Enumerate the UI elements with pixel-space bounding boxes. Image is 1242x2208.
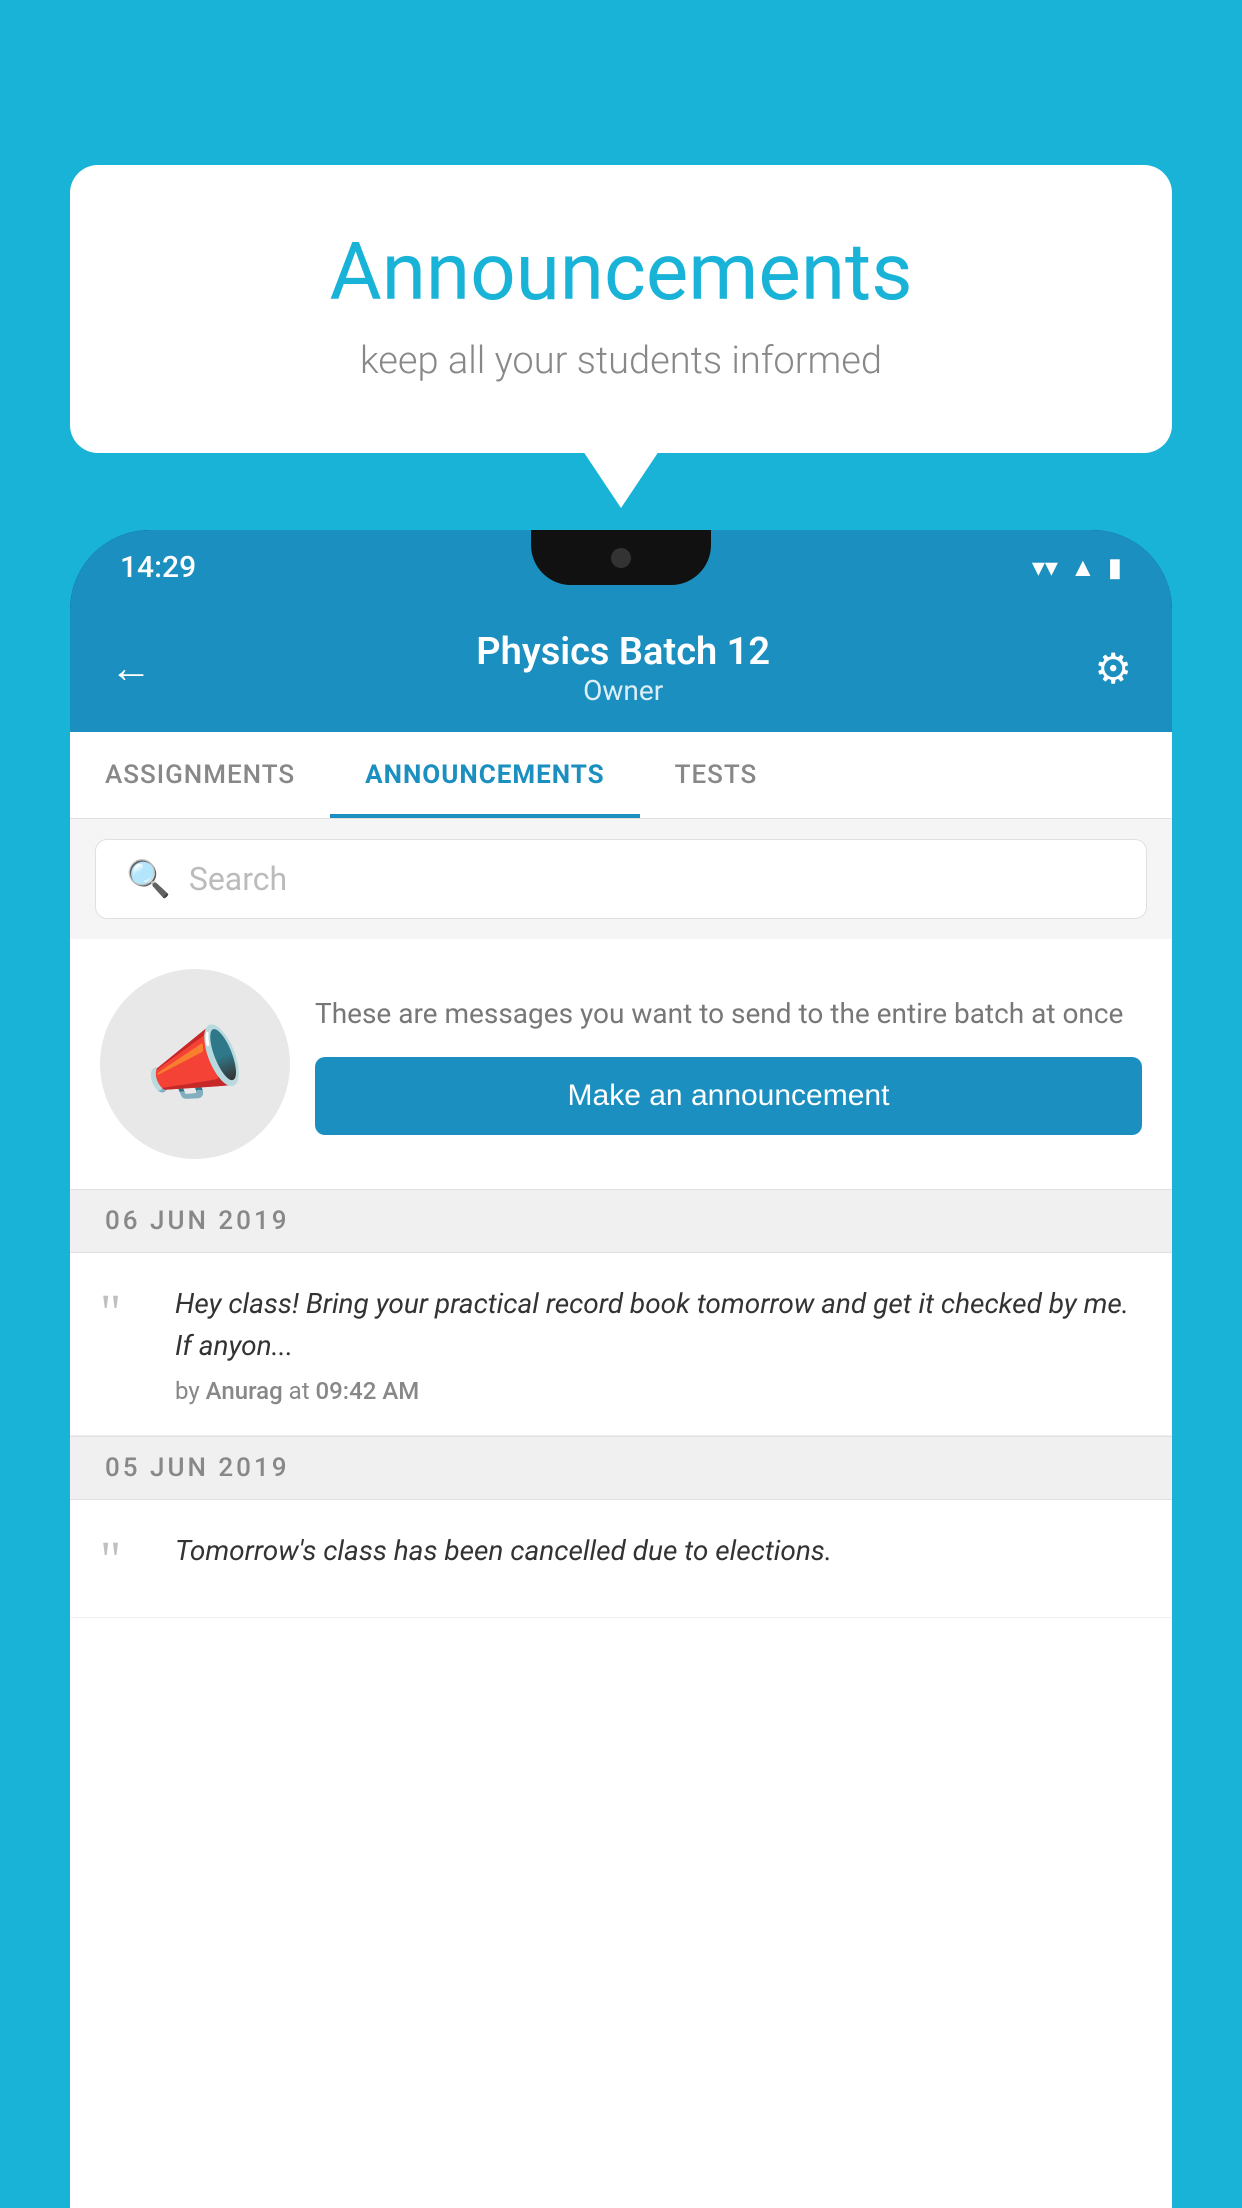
speech-bubble-subtitle: keep all your students informed xyxy=(120,339,1122,383)
tab-assignments[interactable]: ASSIGNMENTS xyxy=(70,732,330,818)
announcement-item-2: " Tomorrow's class has been cancelled du… xyxy=(70,1500,1172,1618)
notch xyxy=(531,530,711,585)
app-bar-title: Physics Batch 12 xyxy=(476,630,770,674)
speech-bubble: Announcements keep all your students inf… xyxy=(70,165,1172,453)
date-separator-2: 05 JUN 2019 xyxy=(70,1436,1172,1500)
search-icon: 🔍 xyxy=(126,858,171,900)
megaphone-icon: 📣 xyxy=(145,1017,245,1111)
tab-tests[interactable]: TESTS xyxy=(640,732,793,818)
announcement-text-1: Hey class! Bring your practical record b… xyxy=(175,1283,1142,1367)
promo-icon-circle: 📣 xyxy=(100,969,290,1159)
announcement-time-1: 09:42 AM xyxy=(316,1377,420,1405)
quote-icon-1: " xyxy=(100,1288,155,1340)
camera xyxy=(611,548,631,568)
announcement-author-1: Anurag xyxy=(206,1377,283,1405)
speech-bubble-title: Announcements xyxy=(120,225,1122,319)
announcement-promo: 📣 These are messages you want to send to… xyxy=(70,939,1172,1189)
gear-icon[interactable]: ⚙ xyxy=(1094,644,1132,694)
date-separator-1: 06 JUN 2019 xyxy=(70,1189,1172,1253)
phone-container: 14:29 ▾▾ ▲ ▮ ← Physics Batch 12 Owner ⚙ … xyxy=(70,530,1172,2208)
speech-bubble-container: Announcements keep all your students inf… xyxy=(70,165,1172,453)
status-icons: ▾▾ ▲ ▮ xyxy=(1032,552,1122,583)
search-bar[interactable]: 🔍 Search xyxy=(95,839,1147,919)
battery-icon: ▮ xyxy=(1108,553,1122,583)
announcement-content-1: Hey class! Bring your practical record b… xyxy=(175,1283,1142,1405)
wifi-icon: ▾▾ xyxy=(1032,553,1058,583)
app-bar-subtitle: Owner xyxy=(476,674,770,707)
search-bar-container: 🔍 Search xyxy=(70,819,1172,939)
announcement-meta-1: by Anurag at 09:42 AM xyxy=(175,1377,1142,1405)
search-placeholder: Search xyxy=(189,860,287,898)
announcement-content-2: Tomorrow's class has been cancelled due … xyxy=(175,1530,1142,1582)
announcement-item-1: " Hey class! Bring your practical record… xyxy=(70,1253,1172,1436)
back-button[interactable]: ← xyxy=(110,644,152,693)
tab-announcements[interactable]: ANNOUNCEMENTS xyxy=(330,732,639,818)
quote-icon-2: " xyxy=(100,1535,155,1587)
app-bar: ← Physics Batch 12 Owner ⚙ xyxy=(70,605,1172,732)
phone-frame: 14:29 ▾▾ ▲ ▮ ← Physics Batch 12 Owner ⚙ … xyxy=(70,530,1172,2208)
app-bar-title-group: Physics Batch 12 Owner xyxy=(476,630,770,707)
phone-screen: 🔍 Search 📣 These are messages you want t… xyxy=(70,819,1172,2208)
make-announcement-button[interactable]: Make an announcement xyxy=(315,1057,1142,1135)
promo-text: These are messages you want to send to t… xyxy=(315,993,1142,1035)
signal-icon: ▲ xyxy=(1070,552,1096,583)
status-bar: 14:29 ▾▾ ▲ ▮ xyxy=(70,530,1172,605)
promo-content: These are messages you want to send to t… xyxy=(315,993,1142,1135)
tabs-bar: ASSIGNMENTS ANNOUNCEMENTS TESTS xyxy=(70,732,1172,819)
announcement-text-2: Tomorrow's class has been cancelled due … xyxy=(175,1530,1142,1572)
status-time: 14:29 xyxy=(120,550,196,585)
